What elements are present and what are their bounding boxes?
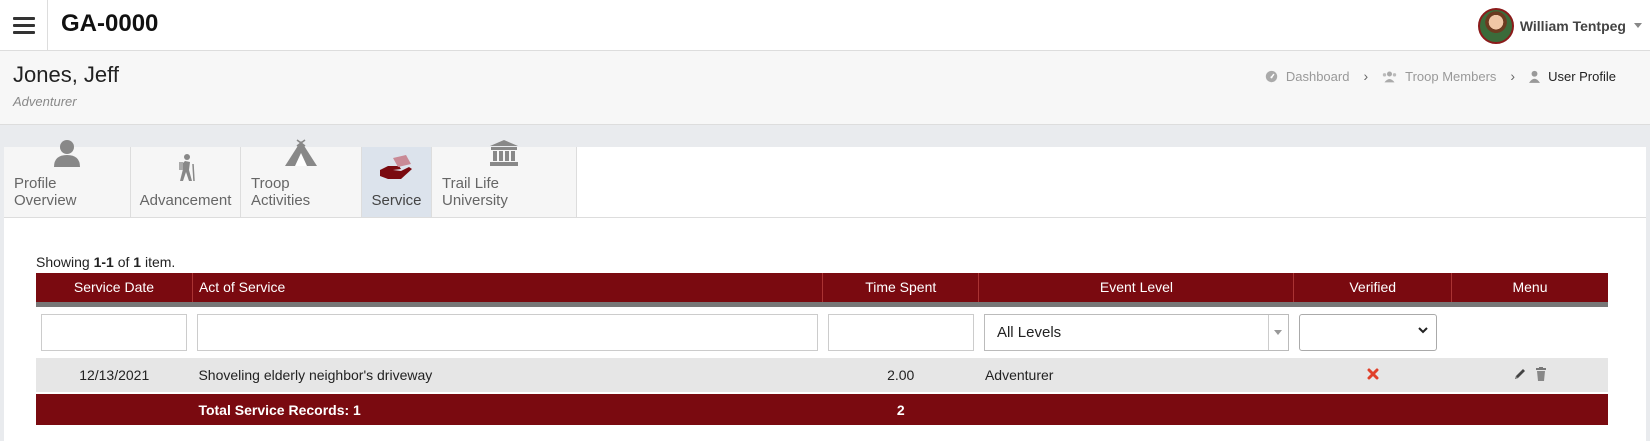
users-icon bbox=[1382, 70, 1397, 83]
column-header-event-level[interactable]: Event Level bbox=[978, 273, 1295, 307]
chevron-right-icon: › bbox=[1510, 68, 1516, 84]
tab-troop-activities[interactable]: Troop Activities bbox=[241, 139, 362, 217]
filter-service-date-input[interactable] bbox=[41, 313, 188, 351]
tab-label: Trail Life University bbox=[442, 175, 508, 209]
person-icon bbox=[54, 139, 80, 167]
cell-menu bbox=[1451, 358, 1608, 394]
breadcrumb-dashboard[interactable]: Dashboard bbox=[1265, 68, 1350, 84]
tab-label: Troop Activities bbox=[251, 175, 311, 209]
summary-text: Showing 1-1 of 1 item. bbox=[36, 254, 175, 270]
profile-tabs: Profile Overview Advancement Troop Activ… bbox=[4, 139, 1646, 218]
column-header-time-spent[interactable]: Time Spent bbox=[822, 273, 980, 307]
cell-time-spent: 2.00 bbox=[822, 358, 979, 394]
column-header-menu: Menu bbox=[1451, 273, 1608, 307]
user-icon bbox=[1529, 70, 1541, 83]
column-header-verified[interactable]: Verified bbox=[1293, 273, 1452, 307]
user-name: William Tentpeg bbox=[1519, 17, 1626, 34]
app-title: GA-0000 bbox=[61, 10, 159, 37]
content-card: Profile Overview Advancement Troop Activ… bbox=[4, 139, 1646, 441]
filter-verified-select[interactable] bbox=[1298, 313, 1437, 351]
filter-event-level-select[interactable]: All Levels bbox=[983, 313, 1289, 351]
tab-advancement[interactable]: Advancement bbox=[131, 147, 241, 217]
filter-event-level-value: All Levels bbox=[996, 323, 1062, 341]
page-subtitle: Adventurer bbox=[13, 94, 77, 109]
column-header-act-of-service[interactable]: Act of Service bbox=[192, 273, 824, 307]
user-menu[interactable]: William Tentpeg bbox=[1477, 0, 1650, 51]
helping-hand-icon bbox=[379, 152, 415, 184]
chevron-down-icon bbox=[1634, 23, 1642, 28]
column-header-service-date[interactable]: Service Date bbox=[36, 273, 193, 307]
breadcrumb-label: Dashboard bbox=[1285, 68, 1350, 84]
hamburger-icon bbox=[12, 13, 35, 38]
trash-icon bbox=[1535, 366, 1546, 381]
chevron-right-icon: › bbox=[1363, 68, 1369, 84]
filter-act-of-service-input[interactable] bbox=[197, 313, 818, 351]
tab-label: Service bbox=[371, 192, 422, 209]
top-navbar: GA-0000 William Tentpeg bbox=[0, 0, 1650, 51]
summary-count: 1 bbox=[133, 254, 142, 270]
cell-service-date: 12/13/2021 bbox=[36, 358, 193, 394]
summary-range: 1-1 bbox=[93, 254, 114, 270]
breadcrumb-user-profile: User Profile bbox=[1529, 69, 1616, 84]
summary-prefix: Showing bbox=[36, 254, 94, 270]
footer-total-time: 2 bbox=[822, 393, 979, 425]
table-footer-row: Total Service Records: 1 2 bbox=[36, 393, 1608, 425]
university-icon bbox=[489, 139, 519, 167]
summary-of: of bbox=[113, 254, 134, 270]
delete-button[interactable] bbox=[1535, 366, 1547, 384]
service-table: Service Date Act of Service Time Spent E… bbox=[36, 273, 1608, 425]
cell-act-of-service: Shoveling elderly neighbor's driveway bbox=[192, 358, 823, 394]
dashboard-icon bbox=[1265, 70, 1278, 83]
avatar bbox=[1477, 7, 1514, 44]
tab-profile-overview[interactable]: Profile Overview bbox=[4, 140, 131, 217]
breadcrumb: Dashboard › Troop Members › User Profile bbox=[1265, 68, 1616, 84]
hiker-icon bbox=[173, 152, 199, 184]
filter-row: All Levels bbox=[36, 304, 1608, 358]
breadcrumb-label: Troop Members bbox=[1405, 68, 1497, 84]
dropdown-arrow-icon bbox=[1267, 314, 1288, 350]
tab-label: Advancement bbox=[139, 192, 232, 209]
edit-button[interactable] bbox=[1513, 367, 1527, 384]
chevron-down-icon bbox=[1418, 327, 1428, 334]
cell-verified bbox=[1293, 358, 1452, 394]
page-header: Jones, Jeff Adventurer Dashboard › Troop… bbox=[0, 51, 1650, 125]
menu-toggle-button[interactable] bbox=[0, 0, 48, 51]
table-header-row: Service Date Act of Service Time Spent E… bbox=[36, 273, 1608, 307]
footer-total-label: Total Service Records: 1 bbox=[192, 393, 823, 425]
table-row: 12/13/2021 Shoveling elderly neighbor's … bbox=[36, 358, 1608, 394]
tab-label: Profile Overview bbox=[14, 175, 77, 209]
close-icon bbox=[1367, 368, 1379, 380]
filter-time-spent-input[interactable] bbox=[827, 313, 974, 351]
cell-event-level: Adventurer bbox=[978, 358, 1294, 394]
summary-suffix: item. bbox=[141, 254, 176, 270]
page-title: Jones, Jeff bbox=[13, 62, 119, 87]
tab-service[interactable]: Service bbox=[362, 147, 432, 217]
breadcrumb-troop-members[interactable]: Troop Members bbox=[1382, 69, 1496, 84]
breadcrumb-label: User Profile bbox=[1548, 68, 1616, 84]
pencil-icon bbox=[1514, 368, 1525, 379]
tab-trail-life-university[interactable]: Trail Life University bbox=[432, 140, 577, 217]
tent-icon bbox=[284, 139, 318, 167]
